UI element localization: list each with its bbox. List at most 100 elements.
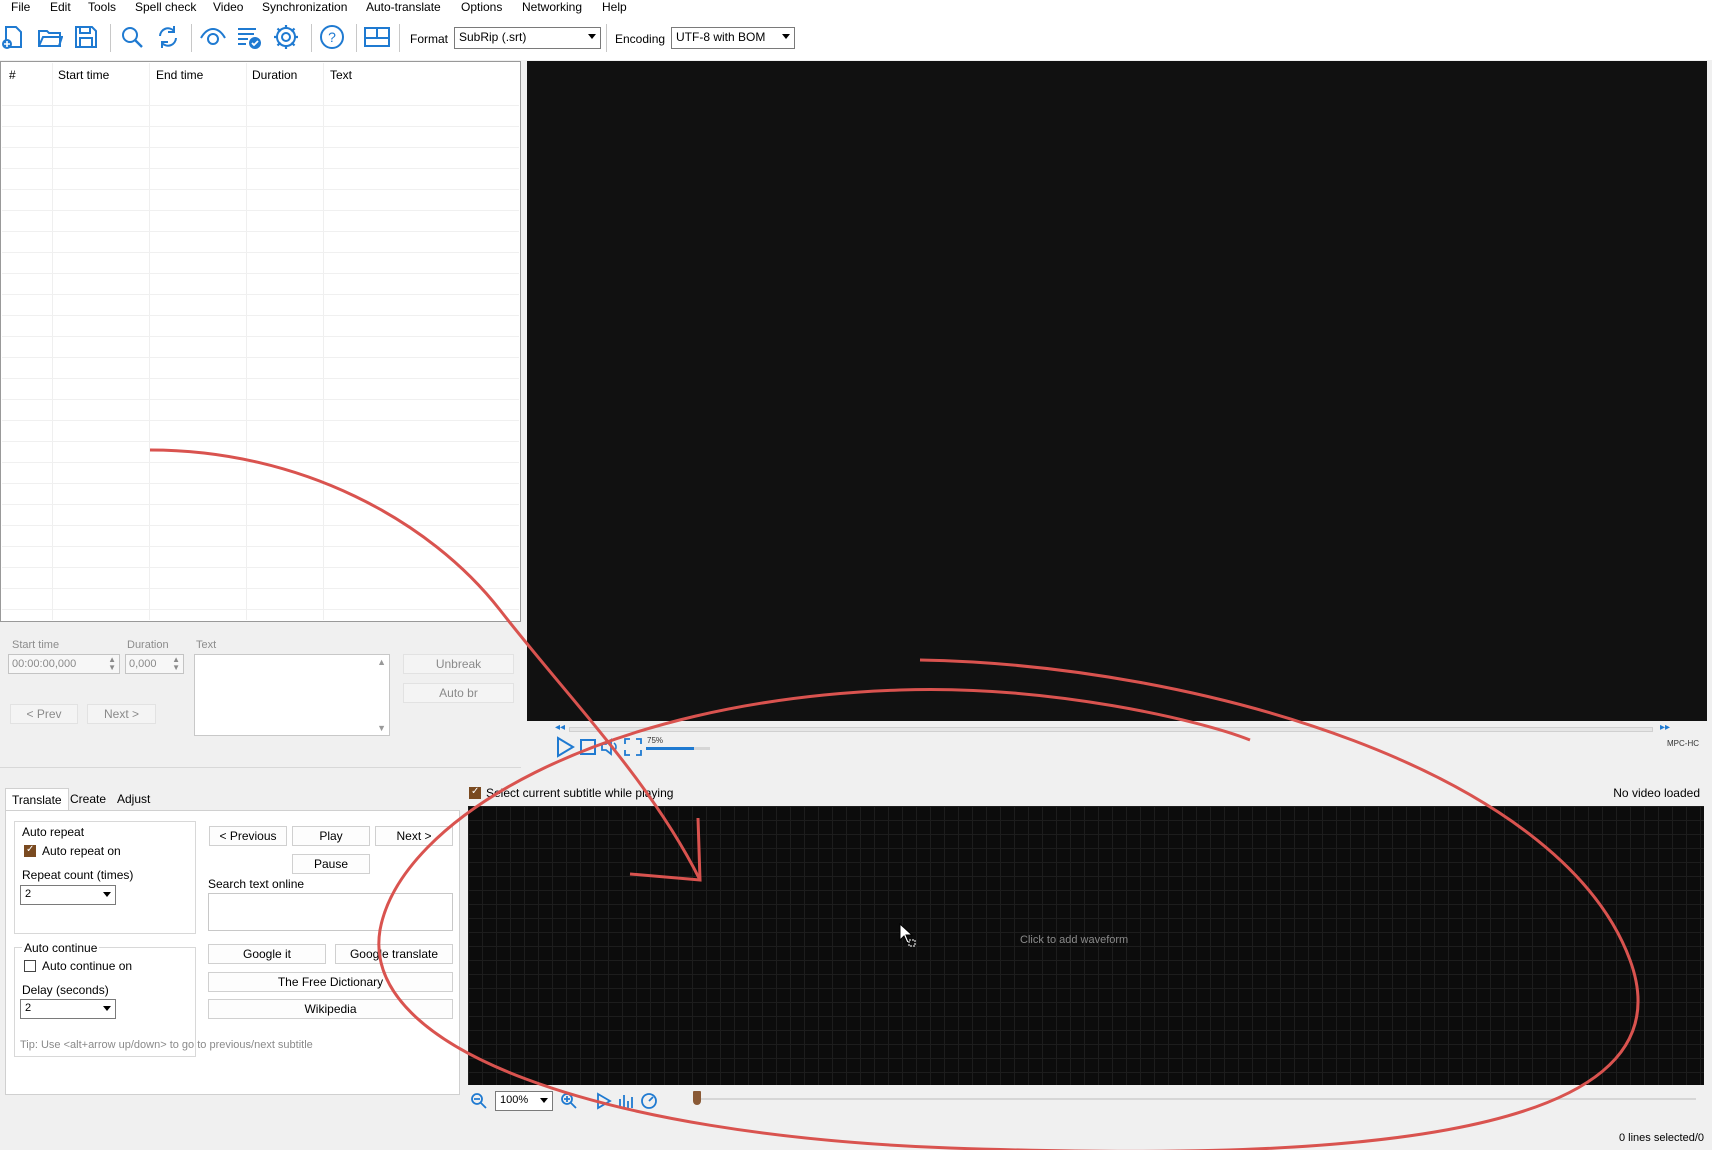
waveform-toggle-icon[interactable] [618,1092,636,1110]
row-divider [2,525,519,526]
google-it-button[interactable]: Google it [208,944,326,964]
svg-text:?: ? [328,29,336,45]
replace-icon[interactable] [155,24,181,50]
help-icon[interactable]: ? [319,24,345,50]
column-header-number[interactable]: # [9,68,16,82]
visual-sync-icon[interactable] [200,24,226,50]
video-seek-bar[interactable] [569,727,1653,732]
volume-slider[interactable] [646,747,710,750]
fullscreen-icon[interactable] [624,738,642,756]
row-divider [2,231,519,232]
video-player[interactable] [527,61,1707,721]
search-text-input[interactable] [208,893,453,931]
menu-auto-translate[interactable]: Auto-translate [366,0,441,15]
repeat-count-dropdown[interactable]: 2 [20,885,116,905]
column-header-start-time[interactable]: Start time [58,68,109,82]
play-icon[interactable] [554,736,576,758]
auto-continue-checkbox[interactable] [24,960,36,972]
row-divider [2,441,519,442]
tab-create[interactable]: Create [64,788,112,810]
next-button[interactable]: Next > [375,826,453,846]
wikipedia-button[interactable]: Wikipedia [208,999,453,1019]
spinner-arrows-icon[interactable]: ▲ ▼ [108,656,116,672]
zoom-value: 100% [500,1094,529,1106]
column-header-duration[interactable]: Duration [252,68,297,82]
zoom-out-icon[interactable] [470,1092,488,1110]
subtitle-grid[interactable]: # Start time End time Duration Text [0,61,521,622]
mouse-cursor-icon [899,923,916,947]
scroll-down-icon[interactable]: ▼ [377,723,386,733]
prev-button[interactable]: < Prev [10,704,78,724]
spell-check-icon[interactable] [236,24,262,50]
start-time-value: 00:00:00,000 [12,658,77,670]
auto-br-button[interactable]: Auto br [403,683,514,703]
format-dropdown[interactable]: SubRip (.srt) [454,27,601,49]
play-button[interactable]: Play [292,826,370,846]
next-button[interactable]: Next > [87,704,156,724]
previous-button[interactable]: < Previous [209,826,287,846]
player-name: MPC-HC [1667,739,1699,748]
menu-help[interactable]: Help [602,0,627,15]
play-selection-icon[interactable] [595,1092,613,1110]
start-time-input[interactable]: 00:00:00,000 ▲ ▼ [8,654,120,674]
toolbar-separator [191,24,192,52]
scroll-up-icon[interactable]: ▲ [377,657,386,667]
waveform-position-slider[interactable] [696,1098,1696,1100]
auto-repeat-checkbox[interactable] [24,844,36,857]
free-dictionary-button[interactable]: The Free Dictionary [208,972,453,992]
google-translate-button[interactable]: Google translate [335,944,453,964]
encoding-dropdown[interactable]: UTF-8 with BOM [671,27,795,49]
subtitle-editor: Start time Duration Text 00:00:00,000 ▲ ▼… [0,632,521,768]
unbreak-button[interactable]: Unbreak [403,654,514,674]
delay-label: Delay (seconds) [22,983,109,997]
menu-video[interactable]: Video [213,0,243,15]
pause-button[interactable]: Pause [292,854,370,874]
stop-icon[interactable] [579,738,597,756]
waveform-area[interactable]: Click to add waveform [468,806,1704,1085]
format-label: Format [410,32,449,46]
layout-icon[interactable] [364,24,390,50]
menu-synchronization[interactable]: Synchronization [262,0,347,15]
toolbar-separator [356,24,357,52]
subtitle-text-area[interactable]: ▲ ▼ [194,654,390,736]
spinner-arrows-icon[interactable]: ▲ ▼ [172,656,180,672]
open-folder-icon[interactable] [37,24,63,50]
tab-translate[interactable]: Translate [5,788,69,811]
status-lines-selected: 0 lines selected/0 [1619,1132,1704,1144]
zoom-dropdown[interactable]: 100% [495,1091,553,1111]
row-divider [2,483,519,484]
search-label: Search text online [208,877,305,891]
menu-options[interactable]: Options [461,0,502,15]
chevron-down-icon [588,34,596,39]
zoom-in-icon[interactable] [560,1092,578,1110]
settings-icon[interactable] [273,24,299,50]
menu-edit[interactable]: Edit [50,0,71,15]
save-icon[interactable] [73,24,99,50]
no-video-label: No video loaded [1613,786,1700,800]
volume-label: 75% [647,736,664,745]
new-file-icon[interactable] [0,24,26,50]
select-current-checkbox[interactable] [469,786,481,799]
toolbar-separator [311,24,312,52]
row-divider [2,504,519,505]
row-divider [2,168,519,169]
row-divider [2,273,519,274]
row-divider [2,567,519,568]
column-header-end-time[interactable]: End time [156,68,203,82]
duration-input[interactable]: 0,000 ▲ ▼ [125,654,184,674]
chevron-down-icon [103,892,111,897]
speed-icon[interactable] [640,1092,658,1110]
menu-tools[interactable]: Tools [88,0,116,15]
slider-thumb[interactable] [693,1091,701,1105]
find-icon[interactable] [119,24,145,50]
volume-icon[interactable] [600,738,620,756]
menu-spell-check[interactable]: Spell check [135,0,196,15]
menu-file[interactable]: File [11,0,30,15]
fast-forward-icon[interactable]: ▸▸ [1660,722,1670,733]
column-header-text[interactable]: Text [330,68,352,82]
menu-networking[interactable]: Networking [522,0,582,15]
rewind-icon[interactable]: ◂◂ [555,722,565,733]
delay-dropdown[interactable]: 2 [20,999,116,1019]
row-divider [2,420,519,421]
tab-adjust[interactable]: Adjust [111,788,156,810]
